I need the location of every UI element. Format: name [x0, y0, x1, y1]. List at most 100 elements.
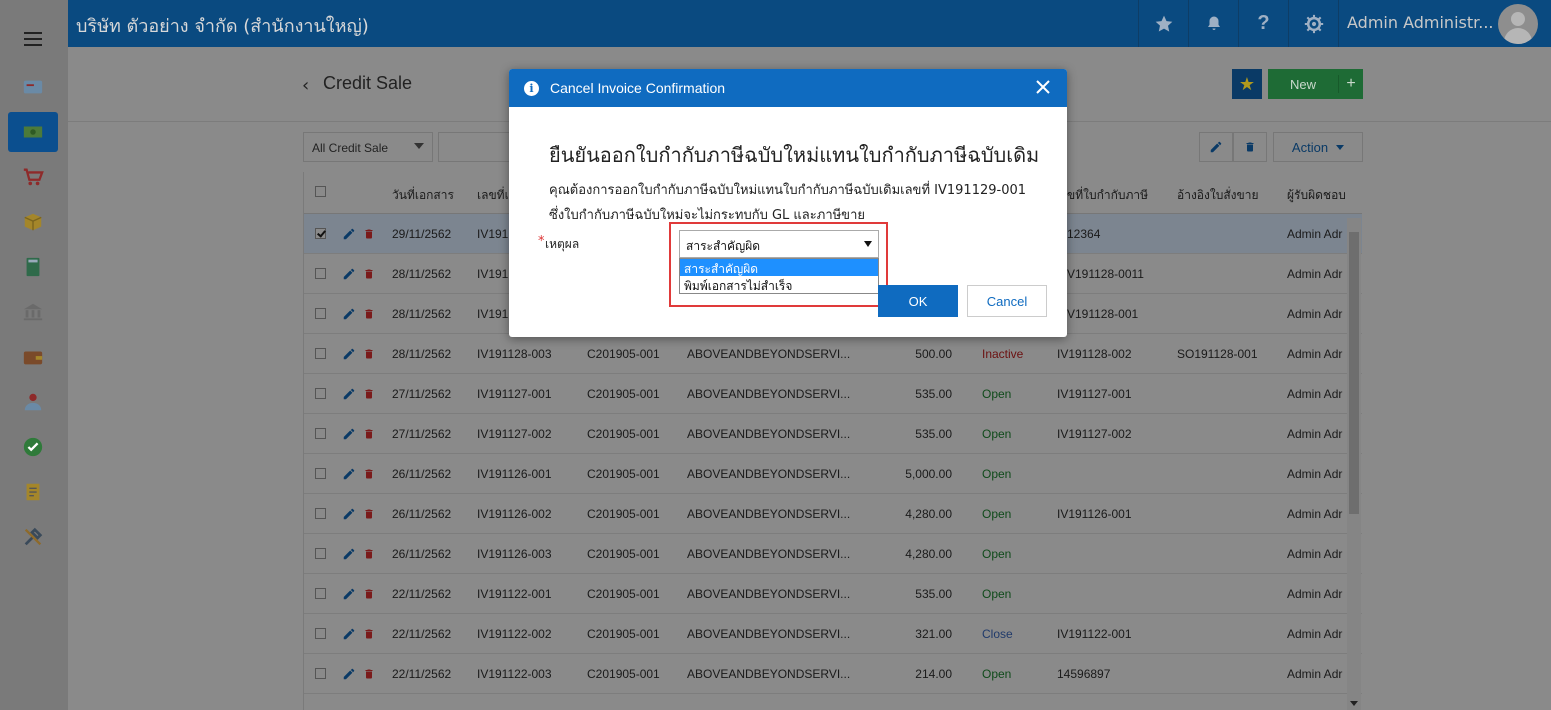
pencil-icon[interactable]	[342, 506, 356, 522]
row-checkbox[interactable]	[315, 428, 326, 439]
table-row[interactable]: 26/11/2562 IV191126-001 C201905-001 ABOVEAN…	[304, 454, 1362, 494]
delete-button[interactable]	[1233, 132, 1267, 162]
pencil-icon[interactable]	[342, 546, 356, 562]
cell-tax-invoice: V191128-0011	[1067, 267, 1144, 281]
select-all-checkbox[interactable]	[315, 186, 326, 197]
scroll-down-icon[interactable]	[1350, 701, 1358, 706]
trash-icon[interactable]	[363, 466, 375, 482]
row-checkbox[interactable]	[315, 588, 326, 599]
row-checkbox[interactable]	[315, 668, 326, 679]
table-scrollbar[interactable]	[1347, 218, 1361, 710]
sidebar-item-bank[interactable]	[8, 292, 58, 332]
row-checkbox[interactable]	[315, 308, 326, 319]
cancel-button[interactable]: Cancel	[967, 285, 1047, 317]
favorite-button[interactable]: ★	[1232, 69, 1262, 99]
cell-doc-no[interactable]: IV191126-002	[477, 507, 552, 521]
filter-dropdown[interactable]: All Credit Sale	[303, 132, 433, 162]
sidebar-item-accounting[interactable]	[8, 247, 58, 287]
sidebar-item-contacts[interactable]	[8, 382, 58, 422]
cell-doc-no[interactable]: IV191122-001	[477, 587, 552, 601]
star-icon[interactable]	[1138, 0, 1188, 47]
table-row[interactable]: 27/11/2562 IV191127-002 C201905-001 ABOVEAN…	[304, 414, 1362, 454]
table-row[interactable]: 22/11/2562 IV191122-002 C201905-001 ABOVEAN…	[304, 614, 1362, 654]
row-checkbox[interactable]	[315, 388, 326, 399]
trash-icon[interactable]	[363, 226, 375, 242]
sidebar-item-sales[interactable]	[8, 112, 58, 152]
new-button[interactable]: New +	[1268, 69, 1363, 99]
trash-icon[interactable]	[363, 506, 375, 522]
cell-doc-no[interactable]: IV191	[477, 227, 508, 241]
help-icon[interactable]: ?	[1238, 0, 1288, 47]
sidebar-item-reports[interactable]	[8, 472, 58, 512]
trash-icon[interactable]	[363, 426, 375, 442]
ok-button[interactable]: OK	[878, 285, 958, 317]
table-row[interactable]: 28/11/2562 IV191128-003 C201905-001 ABOVEAN…	[304, 334, 1362, 374]
row-checkbox[interactable]	[315, 628, 326, 639]
cell-doc-no[interactable]: IV191126-003	[477, 547, 552, 561]
cell-amount: 535.00	[915, 387, 952, 401]
pencil-icon[interactable]	[342, 586, 356, 602]
table-row[interactable]: 22/11/2562 IV191122-001 C201905-001 ABOVEAN…	[304, 574, 1362, 614]
trash-icon[interactable]	[363, 306, 375, 322]
pencil-icon[interactable]	[342, 306, 356, 322]
sidebar-item-approve[interactable]	[8, 427, 58, 467]
row-checkbox[interactable]	[315, 508, 326, 519]
sidebar-item-settings[interactable]	[8, 517, 58, 557]
col-tax-invoice[interactable]: ขที่ใบกำกับภาษี	[1067, 186, 1148, 205]
pencil-icon[interactable]	[342, 666, 356, 682]
table-row[interactable]: 22/11/2562 IV191122-003 C201905-001 ABOVEAN…	[304, 654, 1362, 694]
cell-owner: Admin Adr	[1287, 347, 1343, 361]
cell-doc-no[interactable]: IV191126-001	[477, 467, 552, 481]
col-sales-order[interactable]: อ้างอิงใบสั่งขาย	[1177, 186, 1259, 205]
pencil-icon[interactable]	[342, 626, 356, 642]
sidebar-item-wallet[interactable]	[8, 337, 58, 377]
pencil-icon[interactable]	[342, 386, 356, 402]
trash-icon[interactable]	[363, 586, 375, 602]
user-name[interactable]: Admin Administr...	[1347, 13, 1494, 32]
top-header: บริษัท ตัวอย่าง จำกัด (สำนักงานใหญ่) ? A…	[68, 0, 1551, 47]
trash-icon[interactable]	[363, 546, 375, 562]
pencil-icon[interactable]	[342, 466, 356, 482]
trash-icon[interactable]	[363, 626, 375, 642]
cell-doc-no[interactable]: IV191128-003	[477, 347, 552, 361]
col-owner[interactable]: ผู้รับผิดชอบ	[1287, 186, 1346, 205]
row-checkbox[interactable]	[315, 468, 326, 479]
trash-icon[interactable]	[363, 386, 375, 402]
table-row[interactable]: 26/11/2562 IV191126-003 C201905-001 ABOVEAN…	[304, 534, 1362, 574]
row-checkbox[interactable]	[315, 348, 326, 359]
pencil-icon[interactable]	[342, 346, 356, 362]
action-dropdown[interactable]: Action	[1273, 132, 1363, 162]
col-date[interactable]: วันที่เอกสาร	[392, 186, 454, 205]
row-checkbox[interactable]	[315, 548, 326, 559]
trash-icon[interactable]	[363, 346, 375, 362]
pencil-icon[interactable]	[342, 266, 356, 282]
edit-button[interactable]	[1199, 132, 1233, 162]
pencil-icon[interactable]	[342, 426, 356, 442]
plus-icon[interactable]: +	[1338, 75, 1363, 93]
sidebar-item-dashboard[interactable]	[8, 67, 58, 107]
cell-doc-no[interactable]: IV191127-002	[477, 427, 552, 441]
cell-doc-no[interactable]: IV191122-003	[477, 667, 552, 681]
bell-icon[interactable]	[1188, 0, 1238, 47]
search-input[interactable]	[438, 132, 518, 162]
sidebar-item-inventory[interactable]	[8, 202, 58, 242]
close-icon[interactable]	[1035, 79, 1051, 95]
trash-icon[interactable]	[363, 266, 375, 282]
gear-icon[interactable]	[1288, 0, 1338, 47]
cell-doc-no[interactable]: IV191	[477, 307, 508, 321]
sidebar-item-purchase[interactable]	[8, 157, 58, 197]
cell-doc-no[interactable]: IV191122-002	[477, 627, 552, 641]
trash-icon[interactable]	[363, 666, 375, 682]
row-checkbox[interactable]	[315, 228, 326, 239]
chevron-left-icon[interactable]: ‹	[302, 75, 309, 96]
row-checkbox[interactable]	[315, 268, 326, 279]
menu-icon[interactable]	[24, 32, 42, 46]
avatar[interactable]	[1498, 4, 1538, 44]
table-row[interactable]: 27/11/2562 IV191127-001 C201905-001 ABOVEAN…	[304, 374, 1362, 414]
pencil-icon[interactable]	[342, 226, 356, 242]
cell-doc-no[interactable]: IV191127-001	[477, 387, 552, 401]
table-row[interactable]: 26/11/2562 IV191126-002 C201905-001 ABOVEAN…	[304, 494, 1362, 534]
cell-doc-no[interactable]: IV191	[477, 267, 508, 281]
col-doc-no[interactable]: เลขที่เ	[477, 186, 509, 205]
dialog-heading: ยืนยันออกใบกำกับภาษีฉบับใหม่แทนใบกำกับภา…	[549, 143, 1040, 167]
